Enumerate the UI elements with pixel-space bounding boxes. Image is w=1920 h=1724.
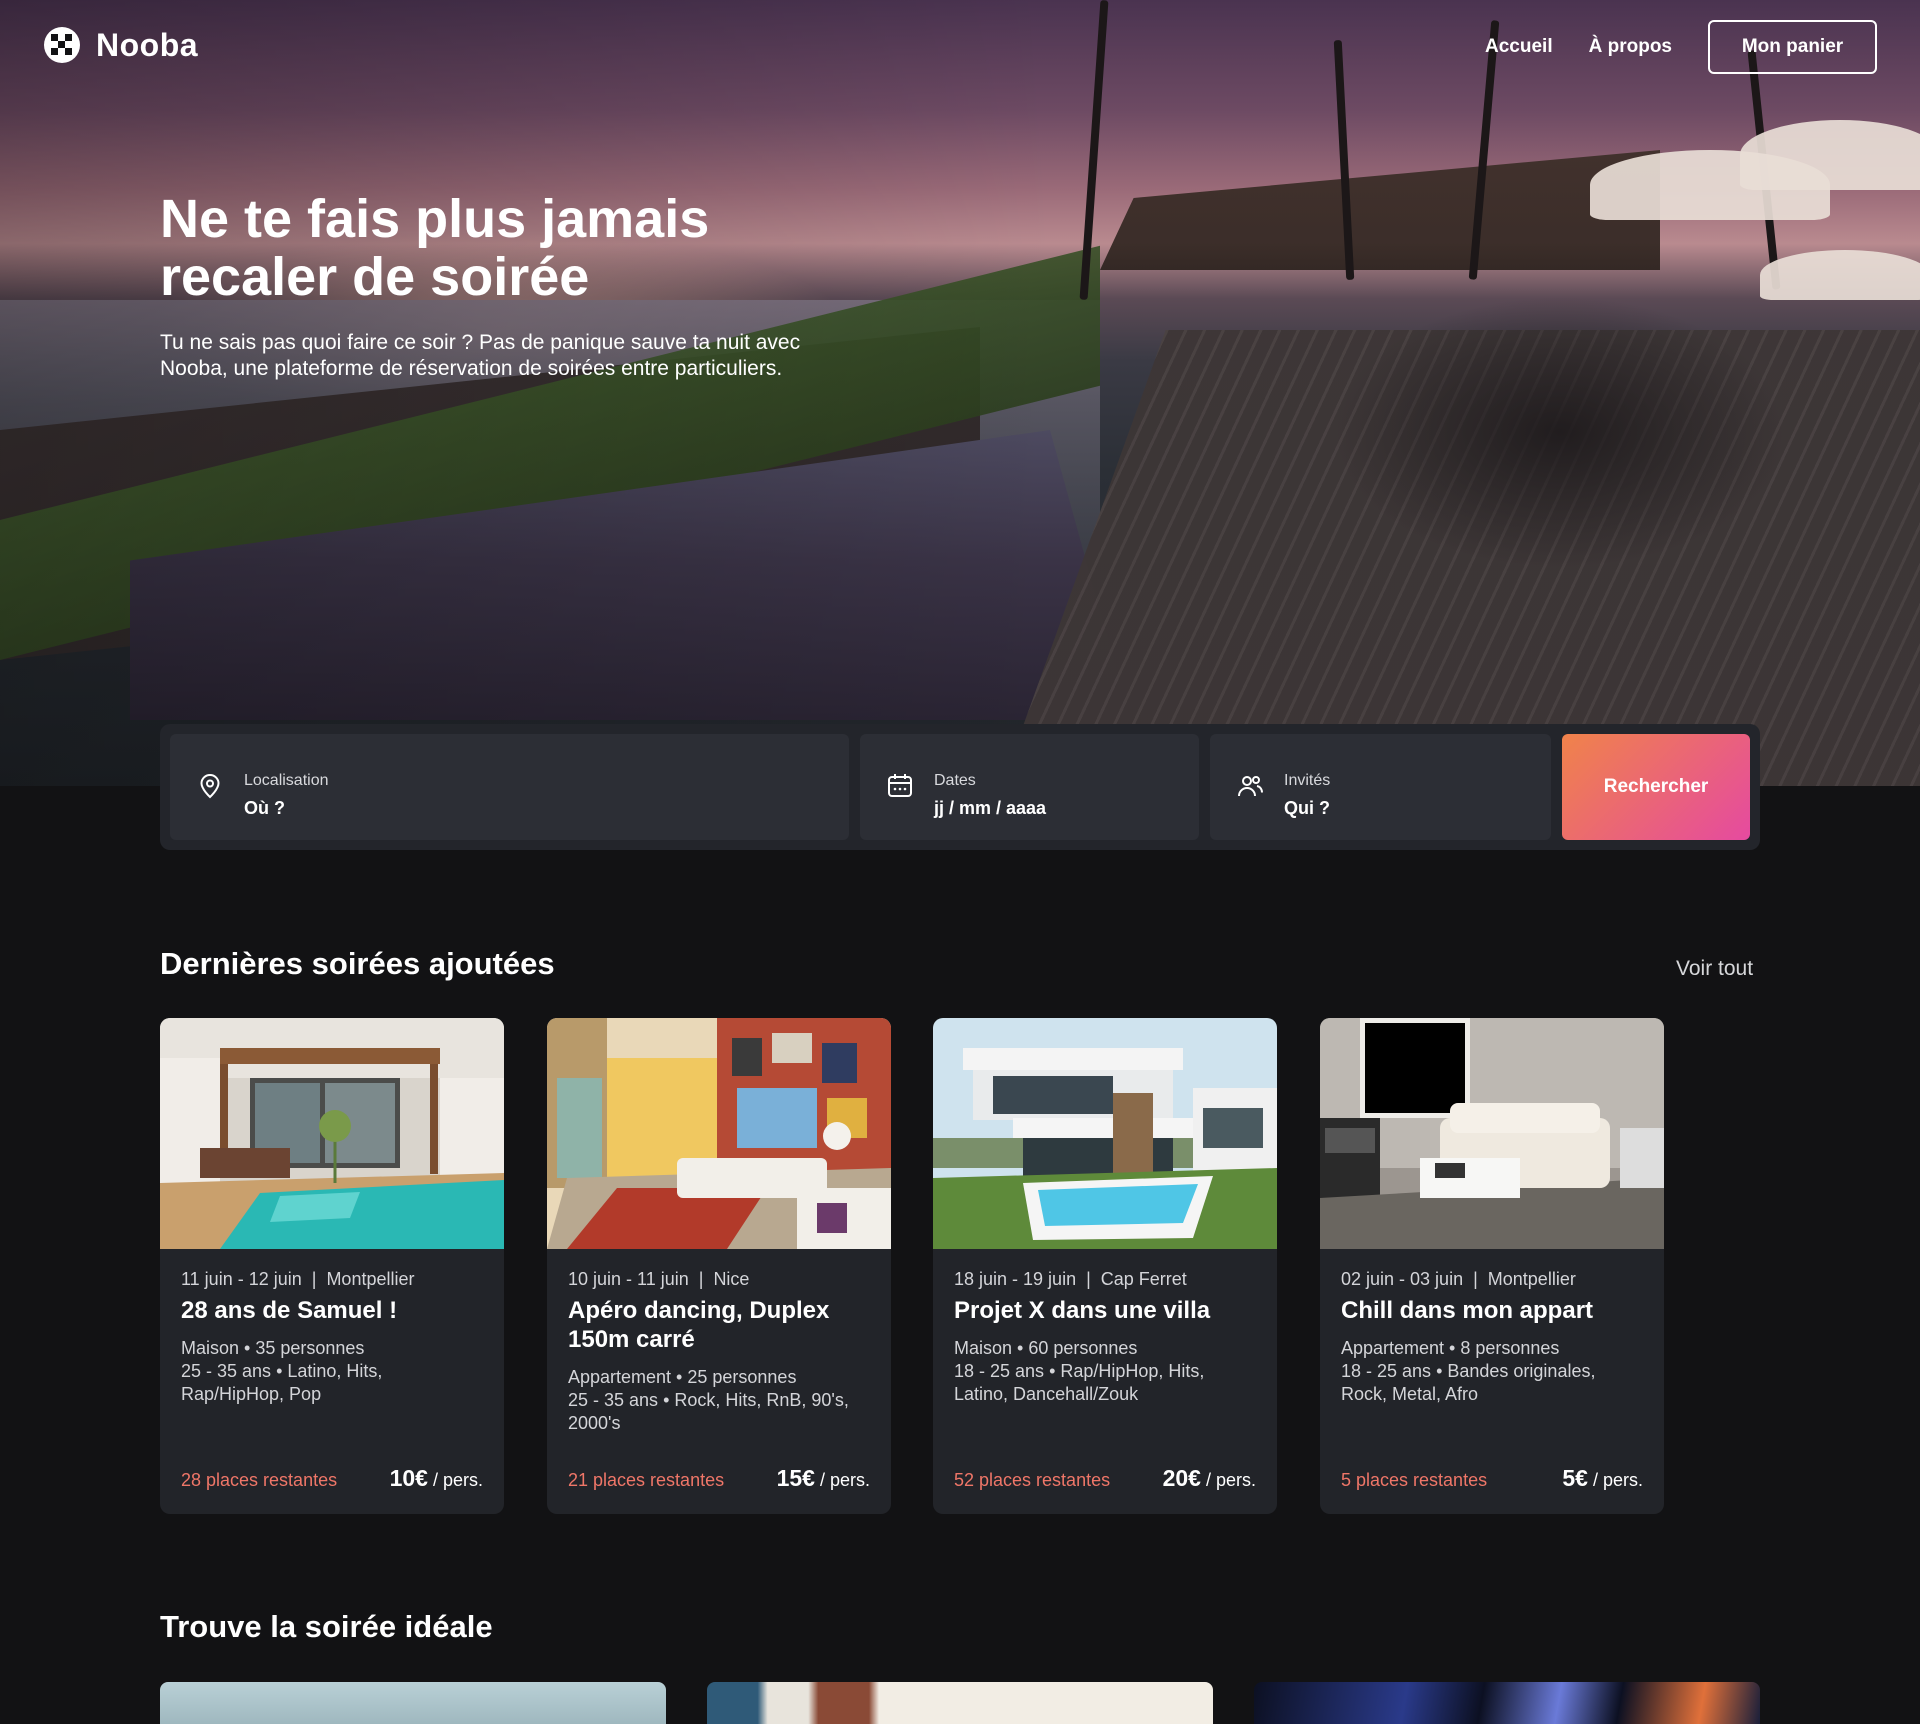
hero-subtitle-line-2: Nooba, une plateforme de réservation de …: [160, 357, 783, 380]
nav-home-link[interactable]: Accueil: [1485, 36, 1553, 58]
hero-subtitle-line-1: Tu ne sais pas quoi faire ce soir ? Pas …: [160, 331, 801, 354]
party-card-description: Maison • 35 personnes 25 - 35 ans • Lati…: [181, 1337, 486, 1406]
category-card-image[interactable]: [160, 1682, 666, 1724]
party-card-places: 5 places restantes: [1341, 1470, 1488, 1490]
hero-title-line-1: Ne te fais plus jamais: [160, 189, 710, 249]
party-card-city: Cap Ferret: [1100, 1269, 1187, 1289]
party-card-genres-more: 2000's: [568, 1413, 621, 1433]
party-card-dates: 18 juin - 19 juin: [954, 1269, 1077, 1289]
party-card-price-value: 20€: [1162, 1465, 1201, 1491]
party-card-genres: 18 - 25 ans • Rap/HipHop, Hits,: [954, 1361, 1205, 1381]
cart-button[interactable]: Mon panier: [1708, 20, 1877, 74]
party-card-price-value: 5€: [1562, 1465, 1588, 1491]
party-card-title: 28 ans de Samuel !: [181, 1297, 398, 1324]
party-card-city: Nice: [713, 1269, 750, 1289]
location-pin-icon: [200, 773, 220, 799]
hero-subtitle: Tu ne sais pas quoi faire ce soir ? Pas …: [160, 330, 860, 382]
party-card-description: Maison • 60 personnes 18 - 25 ans • Rap/…: [954, 1337, 1259, 1406]
category-card-image[interactable]: [1254, 1682, 1760, 1724]
party-card[interactable]: 11 juin - 12 juin | Montpellier 28 ans d…: [160, 1018, 504, 1514]
party-card-title: Apéro dancing, Duplex 150m carré: [568, 1297, 830, 1353]
latest-section-title: Dernières soirées ajoutées: [160, 946, 555, 981]
party-card-price: 5€ / pers.: [1562, 1465, 1643, 1492]
party-card-dates: 02 juin - 03 juin: [1341, 1269, 1464, 1289]
party-card[interactable]: 18 juin - 19 juin | Cap Ferret Projet X …: [933, 1018, 1277, 1514]
party-card-type: Appartement • 8 personnes: [1341, 1338, 1560, 1358]
party-card-price: 10€ / pers.: [390, 1465, 483, 1492]
party-card-genres: 25 - 35 ans • Latino, Hits,: [181, 1361, 383, 1381]
party-card-dates: 10 juin - 11 juin: [568, 1269, 689, 1289]
party-card-city: Montpellier: [326, 1269, 415, 1289]
see-all-link[interactable]: Voir tout: [1676, 957, 1753, 981]
party-card-places: 52 places restantes: [954, 1470, 1111, 1490]
brand-logo[interactable]: Nooba: [42, 25, 198, 65]
search-bar: Localisation Où ? Dates jj / mm / aaaa I…: [160, 724, 1760, 850]
calendar-icon: [888, 774, 912, 797]
hero-banner: [0, 0, 1920, 786]
hero-title: Ne te fais plus jamais recaler de soirée: [160, 190, 860, 306]
party-card[interactable]: 10 juin - 11 juin | Nice Apéro dancing, …: [547, 1018, 891, 1514]
location-label: Localisation: [244, 772, 329, 789]
party-card-city: Montpellier: [1487, 1269, 1576, 1289]
party-card-title: Projet X dans une villa: [954, 1297, 1211, 1324]
party-card-title: Chill dans mon appart: [1341, 1297, 1594, 1324]
party-card-places: 28 places restantes: [181, 1470, 338, 1490]
party-card-price-unit: / pers.: [427, 1470, 483, 1490]
party-card-meta: 18 juin - 19 juin | Cap Ferret: [954, 1269, 1187, 1289]
category-card-image[interactable]: [707, 1682, 1213, 1724]
party-card-meta: 10 juin - 11 juin | Nice: [568, 1269, 750, 1289]
main-nav: Accueil À propos Mon panier: [1485, 20, 1877, 74]
party-card-dates: 11 juin - 12 juin: [181, 1269, 302, 1289]
party-card-price: 15€ / pers.: [777, 1465, 870, 1492]
party-card-image: [1320, 1018, 1664, 1249]
brand-name: Nooba: [96, 26, 199, 63]
party-card-genres: 18 - 25 ans • Bandes originales,: [1341, 1361, 1596, 1381]
party-card-price-value: 10€: [389, 1465, 428, 1491]
party-card-type: Maison • 35 personnes: [181, 1338, 365, 1358]
dates-value[interactable]: jj / mm / aaaa: [934, 798, 1046, 819]
party-card-meta: 02 juin - 03 juin | Montpellier: [1341, 1269, 1576, 1289]
dates-label: Dates: [934, 772, 976, 789]
party-card-type: Maison • 60 personnes: [954, 1338, 1138, 1358]
party-card-genres-more: Latino, Dancehall/Zouk: [954, 1384, 1139, 1404]
nav-about-link[interactable]: À propos: [1589, 36, 1672, 58]
search-button[interactable]: Rechercher: [1562, 734, 1750, 840]
party-card-places: 21 places restantes: [568, 1470, 725, 1490]
location-value[interactable]: Où ?: [244, 798, 285, 819]
party-card-price-unit: / pers.: [1587, 1470, 1643, 1490]
party-card-description: Appartement • 25 personnes 25 - 35 ans •…: [568, 1366, 873, 1435]
nooba-logo-icon: [44, 27, 80, 63]
location-field[interactable]: Localisation Où ?: [170, 734, 849, 840]
party-card-type: Appartement • 25 personnes: [568, 1367, 797, 1387]
dates-field[interactable]: Dates jj / mm / aaaa: [860, 734, 1199, 840]
guests-value[interactable]: Qui ?: [1284, 798, 1330, 819]
party-card-image: [160, 1018, 504, 1249]
party-card[interactable]: 02 juin - 03 juin | Montpellier Chill da…: [1320, 1018, 1664, 1514]
party-card-price-unit: / pers.: [814, 1470, 870, 1490]
party-card-price: 20€ / pers.: [1163, 1465, 1256, 1492]
party-card-genres-more: Rap/HipHop, Pop: [181, 1384, 322, 1404]
party-card-image: [933, 1018, 1277, 1249]
hero-title-line-2: recaler de soirée: [160, 247, 590, 307]
party-card-genres-more: Rock, Metal, Afro: [1341, 1384, 1479, 1404]
guests-label: Invités: [1284, 772, 1331, 789]
guests-field[interactable]: Invités Qui ?: [1210, 734, 1551, 840]
party-card-image: [547, 1018, 891, 1249]
hero-overlay: [0, 0, 1920, 786]
users-icon: [1238, 776, 1263, 797]
party-card-meta: 11 juin - 12 juin | Montpellier: [181, 1269, 415, 1289]
party-card-description: Appartement • 8 personnes 18 - 25 ans • …: [1341, 1337, 1646, 1406]
party-card-price-unit: / pers.: [1200, 1470, 1256, 1490]
party-card-price-value: 15€: [776, 1465, 815, 1491]
party-card-genres: 25 - 35 ans • Rock, Hits, RnB, 90's,: [568, 1390, 849, 1410]
ideal-section-title: Trouve la soirée idéale: [160, 1609, 493, 1644]
